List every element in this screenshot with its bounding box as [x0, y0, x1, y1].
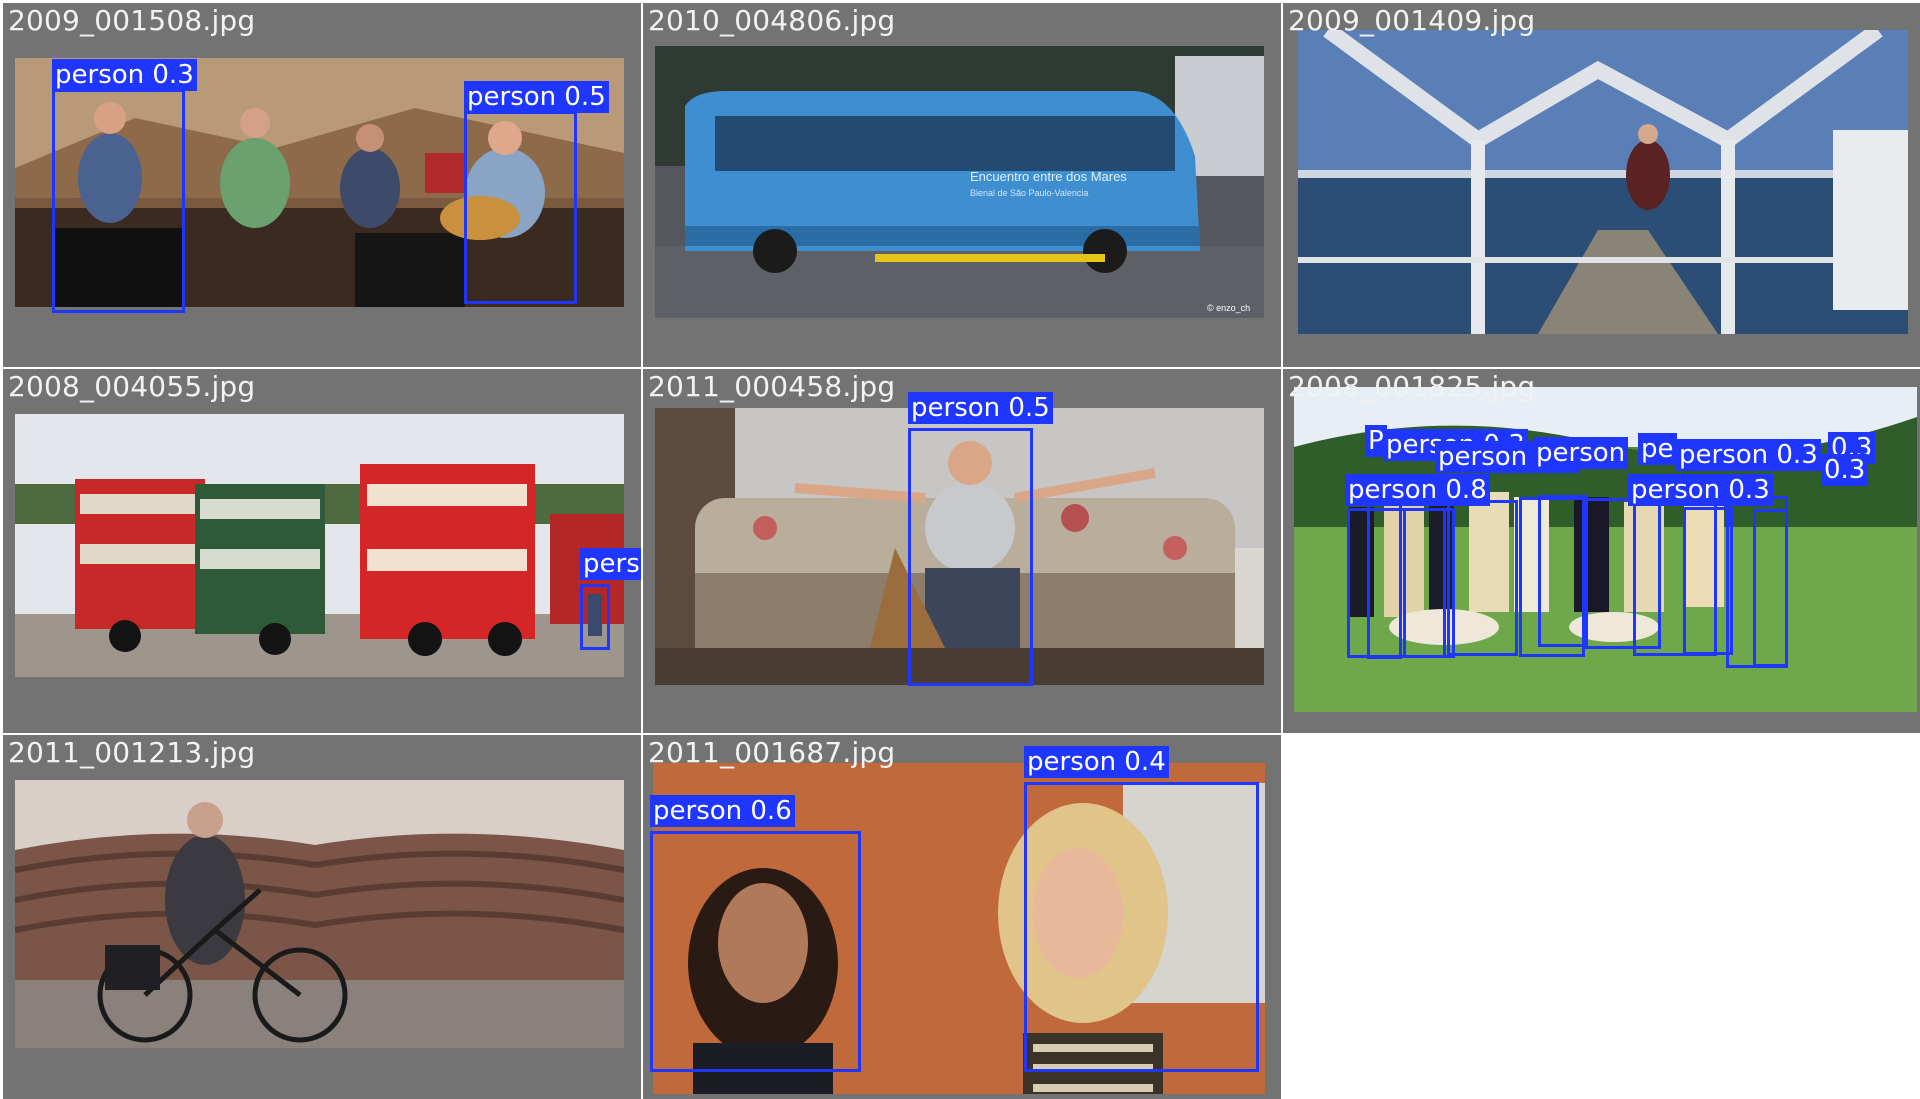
detection-box: [1367, 498, 1402, 659]
detection-box: [1538, 495, 1588, 647]
photo-blue-bus: Encuentro entre dos Mares Bienal de São …: [655, 46, 1264, 318]
detection-label: person 0.3: [1628, 474, 1773, 506]
detection-label: person: [1533, 437, 1629, 469]
detection-box: [1447, 500, 1518, 656]
detection-box: [1024, 782, 1259, 1072]
detection-label: person 0.4: [1024, 746, 1169, 778]
tile-filename: 2010_004806.jpg: [648, 4, 896, 37]
detection-label: person 0.3: [580, 548, 641, 580]
detection-label: person 0.5: [908, 392, 1053, 424]
bus-sub-text: Bienal de São Paulo-Valencia: [970, 188, 1088, 198]
detection-box: [580, 584, 610, 650]
tile-2011_000458: 2011_000458.jpg person 0.5: [643, 369, 1281, 733]
detection-label: person 0.8: [1345, 474, 1490, 506]
detection-box: [650, 831, 861, 1072]
photo-double-decker-buses: [15, 414, 624, 677]
tile-filename: 2008_004055.jpg: [8, 370, 256, 403]
detection-box: [1753, 509, 1788, 667]
detection-box: [464, 111, 577, 304]
tile-2011_001687: 2011_001687.jpg person 0.6 person 0.4: [643, 735, 1281, 1099]
detection-label: pe: [1638, 433, 1677, 465]
detection-box: [1403, 508, 1446, 658]
detection-box: [908, 428, 1033, 686]
tile-2008_001825: 2008_001825.jpg P person 0.3 person 0.8 …: [1283, 369, 1920, 733]
photo-pier-jump: [1298, 30, 1908, 334]
detection-label: 0.3: [1821, 454, 1869, 486]
photo-cyclist: [15, 780, 624, 1048]
photo-watermark: © enzo_ch: [1207, 303, 1250, 313]
detection-label: person 0.5: [464, 81, 609, 113]
tile-2011_001213: 2011_001213.jpg: [3, 735, 641, 1099]
tile-2008_004055: 2008_004055.jpg person 0.3: [3, 369, 641, 733]
tile-filename: 2011_001687.jpg: [648, 736, 896, 769]
tile-filename: 2011_001213.jpg: [8, 736, 256, 769]
detection-mosaic: 2009_001508.jpg person 0.3 person 0.5 En…: [0, 0, 1920, 1099]
detection-box: [52, 89, 185, 313]
tile-filename: 2008_001825.jpg: [1288, 370, 1536, 403]
detection-label: person 0.3: [1676, 439, 1821, 471]
bus-sign-text: Encuentro entre dos Mares: [970, 169, 1127, 184]
detection-label: person 0.3: [52, 59, 197, 91]
tile-2009_001409: 2009_001409.jpg: [1283, 3, 1920, 367]
tile-2010_004806: Encuentro entre dos Mares Bienal de São …: [643, 3, 1281, 367]
tile-2009_001508: 2009_001508.jpg person 0.3 person 0.5: [3, 3, 641, 367]
detection-label: person 0.6: [650, 795, 795, 827]
tile-filename: 2009_001508.jpg: [8, 4, 256, 37]
tile-filename: 2009_001409.jpg: [1288, 4, 1536, 37]
tile-filename: 2011_000458.jpg: [648, 370, 896, 403]
